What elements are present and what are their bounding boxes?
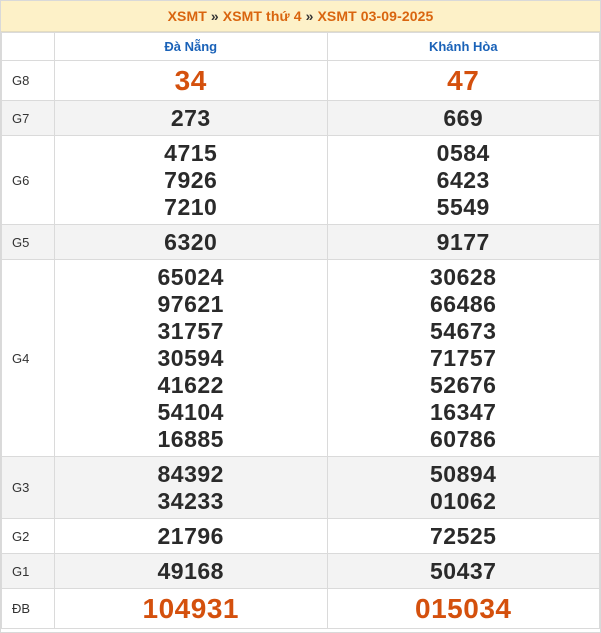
result-number: 47 — [447, 64, 480, 96]
result-number: 16347 — [430, 398, 497, 425]
result-number: 015034 — [415, 592, 512, 624]
prize-label: G1 — [1, 553, 55, 589]
result-number: 34 — [174, 64, 207, 96]
result-cell-danang: 21796 — [54, 518, 328, 554]
result-number: 273 — [170, 104, 211, 131]
result-number: 31757 — [157, 317, 224, 344]
result-cell-khanhhoa: 015034 — [326, 588, 600, 629]
result-number: 66486 — [430, 290, 497, 317]
prize-label: G2 — [1, 518, 55, 554]
result-cell-khanhhoa: 669 — [326, 100, 600, 136]
result-number: 52676 — [430, 371, 497, 398]
result-number: 21796 — [157, 522, 224, 549]
prize-label: G7 — [1, 100, 55, 136]
result-number: 30594 — [157, 344, 224, 371]
result-cell-danang: 104931 — [54, 588, 328, 629]
result-cell-danang: 65024 97621 31757 30594 41622 54104 16885 — [54, 259, 328, 457]
header-prize-label — [1, 32, 55, 61]
result-number: 6423 — [436, 166, 490, 193]
result-cell-khanhhoa: 0584 6423 5549 — [326, 135, 600, 225]
result-number: 16885 — [157, 425, 224, 452]
breadcrumb-link-xsmt-thu4[interactable]: XSMT thứ 4 — [223, 8, 302, 24]
result-number: 50437 — [430, 557, 497, 584]
prize-row-g2: G2 21796 72525 — [1, 518, 600, 554]
breadcrumb: XSMT » XSMT thứ 4 » XSMT 03-09-2025 — [1, 1, 600, 32]
result-number: 4715 — [164, 139, 218, 166]
result-number: 97621 — [157, 290, 224, 317]
prize-row-g7: G7 273 669 — [1, 100, 600, 136]
breadcrumb-link-xsmt-date[interactable]: XSMT 03-09-2025 — [317, 8, 433, 24]
result-number: 9177 — [436, 228, 490, 255]
prize-row-đb: ĐB 104931 015034 — [1, 588, 600, 629]
result-cell-khanhhoa: 72525 — [326, 518, 600, 554]
result-number: 34233 — [157, 487, 224, 514]
header-province-khanhhoa[interactable]: Khánh Hòa — [326, 32, 600, 61]
breadcrumb-separator: » — [210, 8, 219, 24]
results-container: XSMT » XSMT thứ 4 » XSMT 03-09-2025 Đà N… — [0, 0, 601, 633]
result-number: 01062 — [430, 487, 497, 514]
prize-label: ĐB — [1, 588, 55, 629]
breadcrumb-separator: » — [305, 8, 314, 24]
result-cell-khanhhoa: 9177 — [326, 224, 600, 260]
result-number: 7210 — [164, 193, 218, 220]
result-number: 49168 — [157, 557, 224, 584]
result-number: 7926 — [164, 166, 218, 193]
result-number: 65024 — [157, 263, 224, 290]
result-number: 41622 — [157, 371, 224, 398]
result-cell-danang: 4715 7926 7210 — [54, 135, 328, 225]
prize-row-g4: G4 65024 97621 31757 30594 41622 54104 16885 306… — [1, 259, 600, 457]
result-number: 60786 — [430, 425, 497, 452]
result-cell-danang: 273 — [54, 100, 328, 136]
prize-row-g5: G5 6320 9177 — [1, 224, 600, 260]
prize-label: G5 — [1, 224, 55, 260]
result-cell-danang: 84392 34233 — [54, 456, 328, 519]
result-cell-khanhhoa: 50437 — [326, 553, 600, 589]
prize-row-g3: G3 84392 34233 50894 01062 — [1, 456, 600, 519]
prize-label: G3 — [1, 456, 55, 519]
result-number: 54673 — [430, 317, 497, 344]
result-cell-danang: 6320 — [54, 224, 328, 260]
prize-row-g1: G1 49168 50437 — [1, 553, 600, 589]
result-number: 71757 — [430, 344, 497, 371]
header-province-danang[interactable]: Đà Nẵng — [54, 32, 328, 61]
prize-row-g6: G6 4715 7926 7210 0584 6423 5549 — [1, 135, 600, 225]
result-number: 0584 — [436, 139, 490, 166]
result-cell-khanhhoa: 47 — [326, 60, 600, 101]
results-table: Đà Nẵng Khánh Hòa G8 34 47 G7 273 669 G6 4715 79… — [1, 32, 600, 629]
result-number: 669 — [443, 104, 484, 131]
result-cell-khanhhoa: 50894 01062 — [326, 456, 600, 519]
result-cell-danang: 49168 — [54, 553, 328, 589]
prize-label: G8 — [1, 60, 55, 101]
result-cell-danang: 34 — [54, 60, 328, 101]
table-header-row: Đà Nẵng Khánh Hòa — [1, 32, 600, 61]
results-body: G8 34 47 G7 273 669 G6 4715 7926 7210 0584 6423 5549… — [1, 60, 600, 629]
result-number: 104931 — [142, 592, 239, 624]
result-number: 72525 — [430, 522, 497, 549]
result-number: 54104 — [157, 398, 224, 425]
result-number: 6320 — [164, 228, 218, 255]
breadcrumb-link-xsmt[interactable]: XSMT — [168, 8, 207, 24]
result-number: 30628 — [430, 263, 497, 290]
prize-row-g8: G8 34 47 — [1, 60, 600, 101]
prize-label: G6 — [1, 135, 55, 225]
prize-label: G4 — [1, 259, 55, 457]
result-number: 5549 — [436, 193, 490, 220]
result-number: 84392 — [157, 460, 224, 487]
result-cell-khanhhoa: 30628 66486 54673 71757 52676 16347 60786 — [326, 259, 600, 457]
result-number: 50894 — [430, 460, 497, 487]
